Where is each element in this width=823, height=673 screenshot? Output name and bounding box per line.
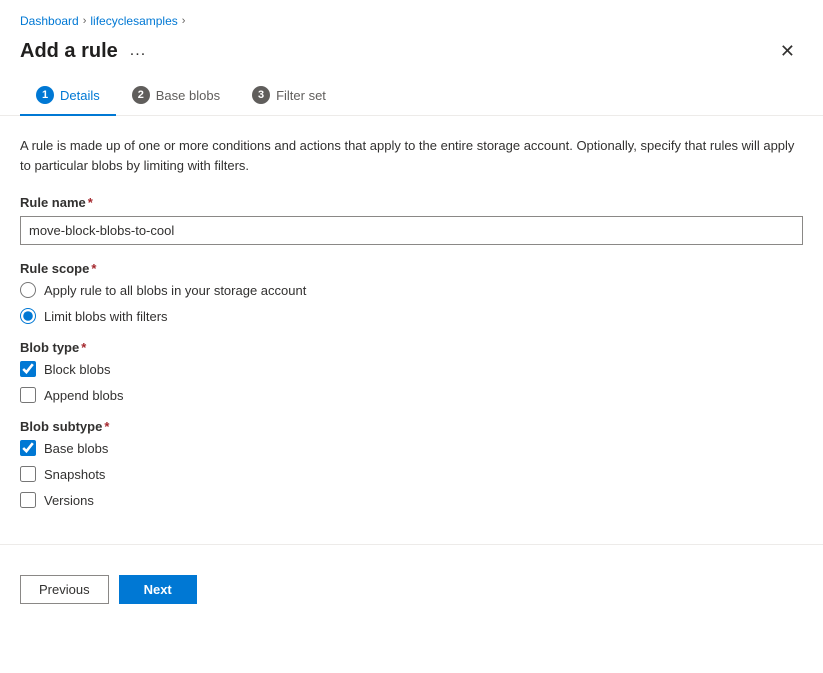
breadcrumb-sep-2: › — [182, 15, 186, 27]
tab-base-blobs-number: 2 — [132, 86, 150, 104]
blob-subtype-base-checkbox[interactable] — [20, 440, 36, 456]
panel-title-area: Add a rule ... — [20, 40, 152, 63]
rule-scope-required: * — [91, 261, 96, 276]
blob-type-block-checkbox[interactable] — [20, 361, 36, 377]
blob-type-label: Blob type* — [20, 340, 803, 355]
blob-subtype-snapshots-label: Snapshots — [44, 467, 105, 482]
blob-type-block[interactable]: Block blobs — [20, 361, 803, 377]
blob-type-append-checkbox[interactable] — [20, 387, 36, 403]
blob-type-required: * — [81, 340, 86, 355]
blob-subtype-base[interactable]: Base blobs — [20, 440, 803, 456]
next-button[interactable]: Next — [119, 575, 197, 604]
description-text: A rule is made up of one or more conditi… — [20, 136, 803, 175]
rule-name-input[interactable] — [20, 216, 803, 245]
scope-radio-limit[interactable] — [20, 308, 36, 324]
breadcrumb-lifecyclesamples[interactable]: lifecyclesamples — [90, 14, 177, 28]
blob-subtype-checkbox-group: Base blobs Snapshots Versions — [20, 440, 803, 508]
tab-details[interactable]: 1 Details — [20, 76, 116, 116]
breadcrumb: Dashboard › lifecyclesamples › — [0, 0, 823, 34]
scope-option-limit-label: Limit blobs with filters — [44, 309, 168, 324]
blob-subtype-base-label: Base blobs — [44, 441, 108, 456]
close-button[interactable]: ✕ — [772, 38, 803, 64]
tab-base-blobs[interactable]: 2 Base blobs — [116, 76, 236, 116]
blob-subtype-snapshots[interactable]: Snapshots — [20, 466, 803, 482]
tab-filter-set[interactable]: 3 Filter set — [236, 76, 342, 116]
blob-subtype-versions-checkbox[interactable] — [20, 492, 36, 508]
tab-details-number: 1 — [36, 86, 54, 104]
blob-subtype-snapshots-checkbox[interactable] — [20, 466, 36, 482]
breadcrumb-sep-1: › — [83, 15, 87, 27]
blob-subtype-required: * — [104, 419, 109, 434]
scope-option-all[interactable]: Apply rule to all blobs in your storage … — [20, 282, 803, 298]
panel-header: Add a rule ... ✕ — [0, 34, 823, 76]
previous-button[interactable]: Previous — [20, 575, 109, 604]
blob-type-append[interactable]: Append blobs — [20, 387, 803, 403]
blob-subtype-versions[interactable]: Versions — [20, 492, 803, 508]
tab-details-label: Details — [60, 88, 100, 103]
tabs-bar: 1 Details 2 Base blobs 3 Filter set — [0, 76, 823, 116]
blob-subtype-versions-label: Versions — [44, 493, 94, 508]
blob-type-group: Blob type* Block blobs Append blobs — [20, 340, 803, 403]
blob-subtype-group: Blob subtype* Base blobs Snapshots Versi… — [20, 419, 803, 508]
footer: Previous Next — [0, 561, 823, 618]
footer-divider — [0, 544, 823, 545]
tab-filter-set-number: 3 — [252, 86, 270, 104]
tab-filter-set-label: Filter set — [276, 88, 326, 103]
blob-type-checkbox-group: Block blobs Append blobs — [20, 361, 803, 403]
rule-scope-group: Rule scope* Apply rule to all blobs in y… — [20, 261, 803, 324]
scope-option-limit[interactable]: Limit blobs with filters — [20, 308, 803, 324]
rule-name-required: * — [88, 195, 93, 210]
rule-name-group: Rule name* — [20, 195, 803, 245]
ellipsis-button[interactable]: ... — [124, 40, 152, 62]
blob-type-block-label: Block blobs — [44, 362, 110, 377]
rule-scope-label: Rule scope* — [20, 261, 803, 276]
scope-radio-all[interactable] — [20, 282, 36, 298]
panel-title: Add a rule — [20, 40, 118, 63]
blob-subtype-label: Blob subtype* — [20, 419, 803, 434]
tab-base-blobs-label: Base blobs — [156, 88, 220, 103]
breadcrumb-dashboard[interactable]: Dashboard — [20, 14, 79, 28]
blob-type-append-label: Append blobs — [44, 388, 124, 403]
scope-radio-group: Apply rule to all blobs in your storage … — [20, 282, 803, 324]
content-area: A rule is made up of one or more conditi… — [0, 116, 823, 544]
rule-name-label: Rule name* — [20, 195, 803, 210]
scope-option-all-label: Apply rule to all blobs in your storage … — [44, 283, 306, 298]
